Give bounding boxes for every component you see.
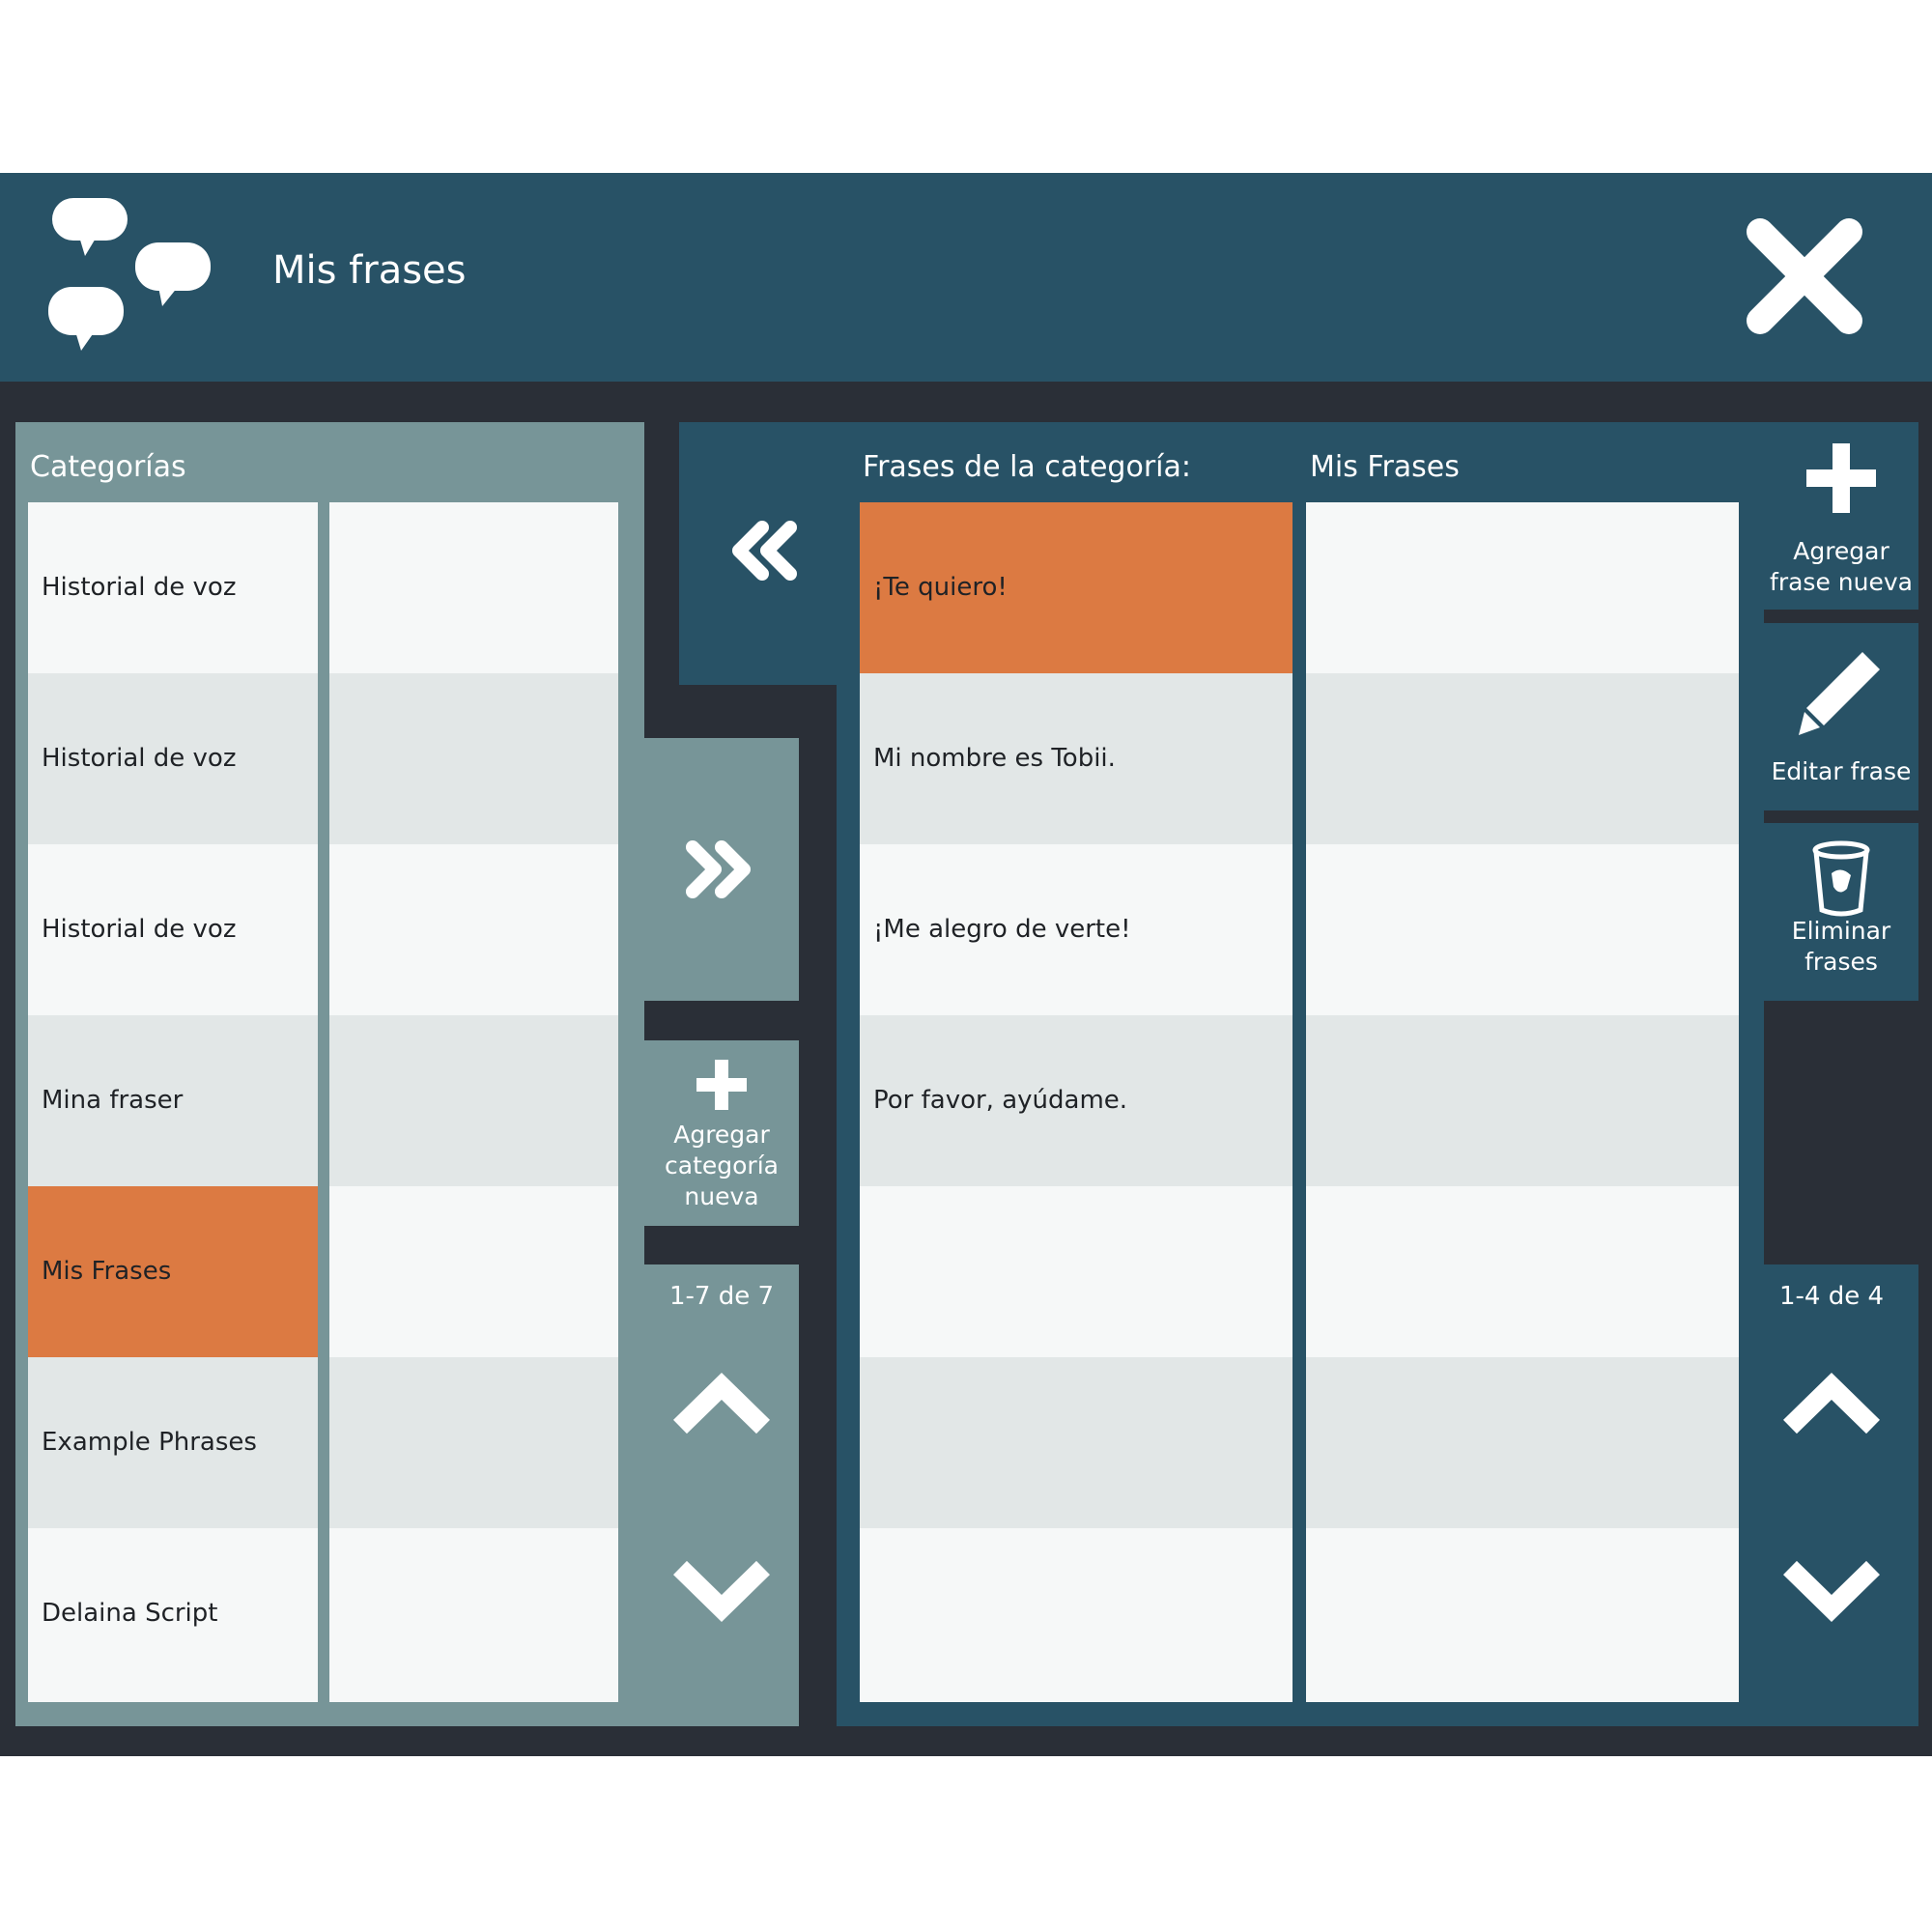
empty-row xyxy=(860,1528,1293,1702)
phrases-counter: 1-4 de 4 xyxy=(1778,1282,1885,1311)
plus-icon xyxy=(696,1060,747,1110)
move-to-phrases-button[interactable] xyxy=(644,738,799,1001)
category-item[interactable]: Historial de voz xyxy=(28,673,318,844)
category-label: Example Phrases xyxy=(42,1428,257,1457)
empty-row xyxy=(860,1357,1293,1528)
phrase-item-selected[interactable]: ¡Te quiero! xyxy=(860,502,1293,673)
phrase-item[interactable]: Mi nombre es Tobii. xyxy=(860,673,1293,844)
category-label: Mis Frases xyxy=(42,1257,172,1286)
trash-bin-icon xyxy=(1812,840,1870,917)
phrase-label: ¡Te quiero! xyxy=(873,573,1008,602)
speech-bubbles-icon xyxy=(43,198,226,362)
page-title: Mis frases xyxy=(272,248,467,293)
phrases-title: Frases de la categoría: xyxy=(863,450,1191,484)
empty-row xyxy=(860,1186,1293,1357)
category-item[interactable]: Example Phrases xyxy=(28,1357,318,1528)
phrases-category-name: Mis Frases xyxy=(1310,450,1460,484)
chevron-up-icon xyxy=(1783,1373,1880,1435)
empty-row xyxy=(1306,502,1739,673)
phrases-window: Mis frases Categorías Historial de voz H… xyxy=(0,173,1932,1756)
category-item-selected[interactable]: Mis Frases xyxy=(28,1186,318,1357)
plus-icon xyxy=(1806,443,1876,513)
edit-phrase-label: Editar frase xyxy=(1771,757,1912,785)
chevron-down-icon xyxy=(1783,1560,1880,1622)
phrase-label: ¡Me alegro de verte! xyxy=(873,915,1131,944)
empty-row xyxy=(329,1186,618,1357)
chevron-up-icon xyxy=(673,1373,770,1435)
header-bar: Mis frases xyxy=(0,173,1932,382)
double-chevron-left-icon xyxy=(732,521,797,581)
empty-row xyxy=(1306,1528,1739,1702)
categories-counter: 1-7 de 7 xyxy=(668,1282,775,1311)
category-item[interactable]: Historial de voz xyxy=(28,502,318,673)
add-phrase-label: Agregar frase nueva xyxy=(1770,537,1913,596)
phrase-item[interactable]: ¡Me alegro de verte! xyxy=(860,844,1293,1015)
category-item[interactable]: Historial de voz xyxy=(28,844,318,1015)
empty-row xyxy=(1306,844,1739,1015)
phrase-item[interactable]: Por favor, ayúdame. xyxy=(860,1015,1293,1186)
delete-phrases-label: Eliminar frases xyxy=(1791,917,1891,976)
category-label: Historial de voz xyxy=(42,915,237,944)
phrases-scroll-up-button[interactable] xyxy=(1778,1361,1885,1448)
empty-row xyxy=(329,502,618,673)
categories-scroll-up-button[interactable] xyxy=(668,1361,775,1448)
empty-row xyxy=(329,844,618,1015)
categories-list-secondary xyxy=(329,502,618,1702)
empty-row xyxy=(329,1357,618,1528)
categories-scroll-down-button[interactable] xyxy=(668,1547,775,1634)
empty-row xyxy=(1306,1015,1739,1186)
close-icon xyxy=(1747,218,1862,334)
phrase-label: Mi nombre es Tobii. xyxy=(873,744,1116,773)
category-item[interactable]: Delaina Script xyxy=(28,1528,318,1702)
add-category-label: Agregar categoría nueva xyxy=(665,1121,779,1210)
empty-row xyxy=(1306,1357,1739,1528)
category-label: Historial de voz xyxy=(42,744,237,773)
empty-row xyxy=(329,1015,618,1186)
phrase-label: Por favor, ayúdame. xyxy=(873,1086,1128,1115)
pencil-icon xyxy=(1799,652,1880,735)
edit-phrase-button[interactable]: Editar frase xyxy=(1764,623,1918,810)
phrases-scroll-down-button[interactable] xyxy=(1778,1547,1885,1634)
add-category-button[interactable]: Agregar categoría nueva xyxy=(644,1040,799,1226)
categories-title: Categorías xyxy=(30,450,186,484)
phrases-list: ¡Te quiero! Mi nombre es Tobii. ¡Me aleg… xyxy=(860,502,1293,1702)
empty-row xyxy=(1306,673,1739,844)
move-back-button[interactable] xyxy=(679,422,837,685)
double-chevron-right-icon xyxy=(686,840,751,898)
empty-row xyxy=(329,673,618,844)
categories-list: Historial de voz Historial de voz Histor… xyxy=(28,502,318,1702)
phrases-list-secondary xyxy=(1306,502,1739,1702)
add-phrase-button[interactable]: Agregar frase nueva xyxy=(1764,422,1918,610)
categories-scroll-panel: 1-7 de 7 xyxy=(644,1264,799,1726)
close-button[interactable] xyxy=(1745,216,1864,336)
empty-row xyxy=(329,1528,618,1702)
phrases-scroll-panel: 1-4 de 4 xyxy=(1745,1264,1918,1726)
delete-phrases-button[interactable]: Eliminar frases xyxy=(1764,823,1918,1001)
category-label: Delaina Script xyxy=(42,1599,218,1628)
category-item[interactable]: Mina fraser xyxy=(28,1015,318,1186)
category-label: Historial de voz xyxy=(42,573,237,602)
category-label: Mina fraser xyxy=(42,1086,184,1115)
empty-row xyxy=(1306,1186,1739,1357)
chevron-down-icon xyxy=(673,1560,770,1622)
